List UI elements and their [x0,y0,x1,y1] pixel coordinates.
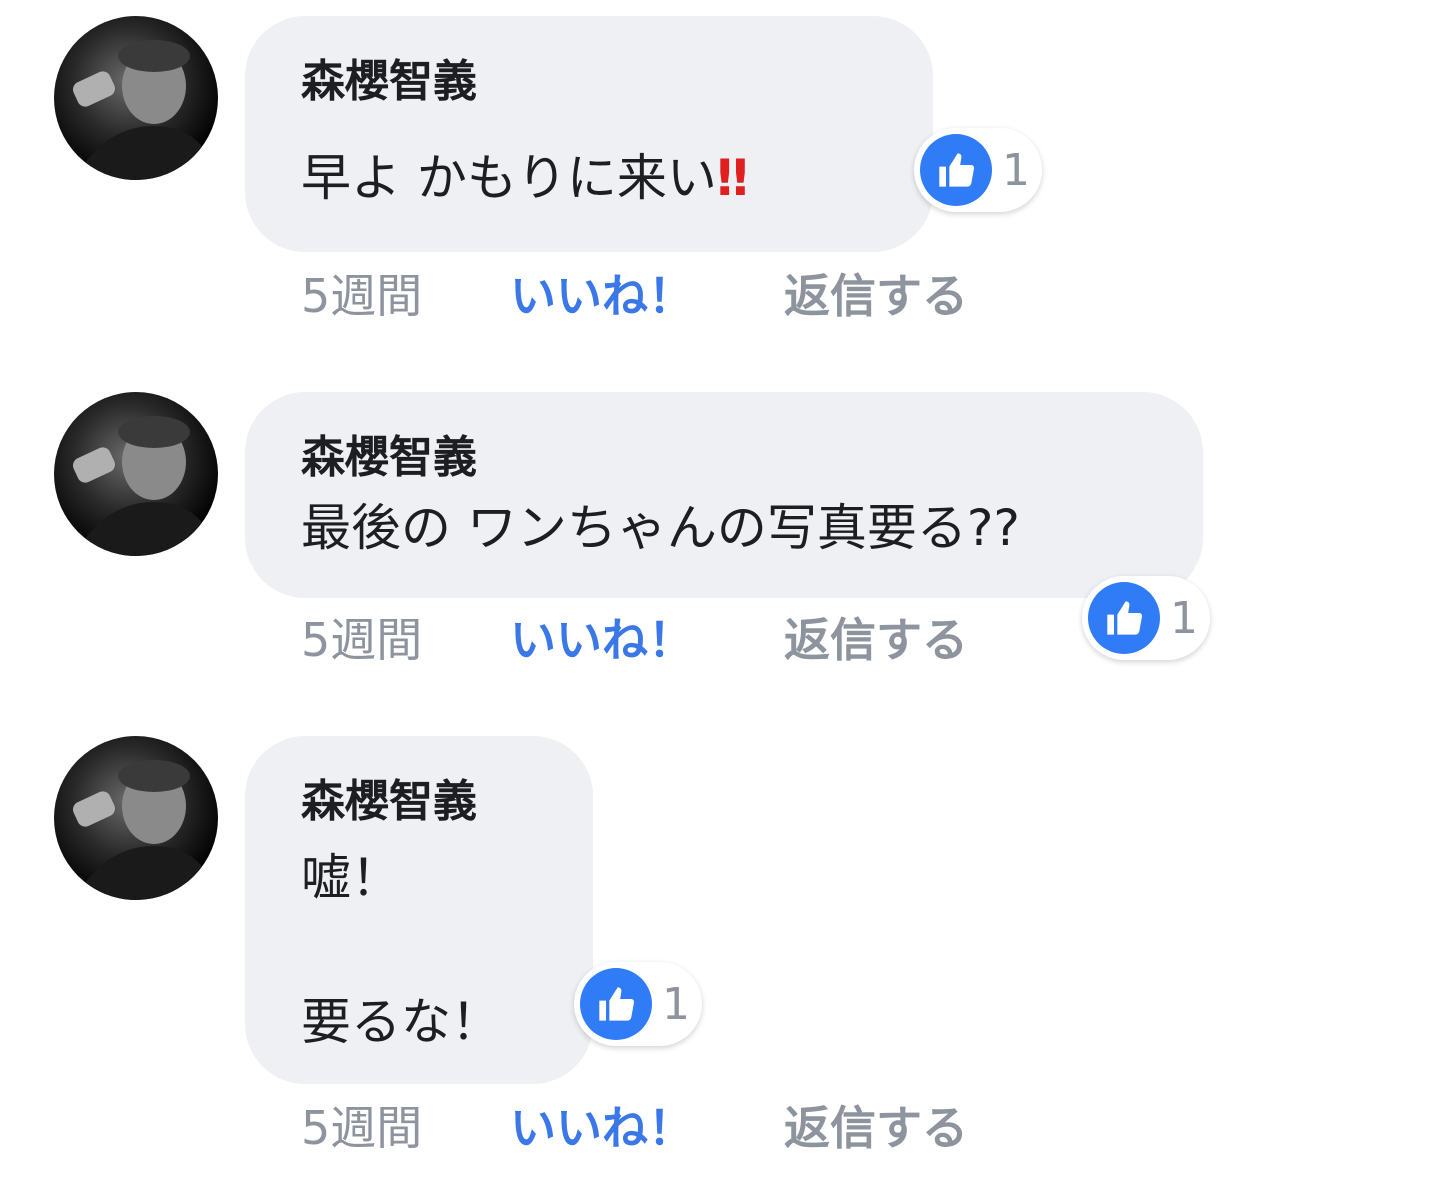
thumbs-up-icon [1088,582,1160,654]
reaction-badge[interactable]: 1 [1082,576,1210,660]
comment-timestamp[interactable]: 5週間 [301,1100,422,1156]
profile-photo [73,40,218,180]
reaction-count: 1 [662,978,690,1030]
comment-bubble: 森櫻智義 嘘！ 要るな！ [245,736,593,1084]
comment-timestamp[interactable]: 5週間 [301,612,422,668]
comment-bubble: 森櫻智義 最後の ワンちゃんの写真要る?? [245,392,1203,598]
comment-author[interactable]: 森櫻智義 [301,430,1163,486]
reply-button[interactable]: 返信する [784,612,968,668]
double-exclamation-icon: ‼ [716,149,749,207]
comment-bubble: 森櫻智義 早よ かもりに来い‼ [245,16,933,252]
profile-photo [73,760,218,900]
comment-text: 最後の ワンちゃんの写真要る?? [301,499,1020,557]
reaction-count: 1 [1170,592,1198,644]
reaction-count: 1 [1002,144,1030,196]
avatar[interactable] [54,736,218,900]
comment-author[interactable]: 森櫻智義 [301,774,553,830]
reply-button[interactable]: 返信する [784,1100,968,1156]
comment-text: 早よ かもりに来い‼ [301,146,893,210]
thumbs-up-icon [920,134,992,206]
like-button[interactable]: いいね！ [510,612,694,668]
reply-button[interactable]: 返信する [784,268,968,324]
thumbs-up-icon [580,968,652,1040]
comment-timestamp[interactable]: 5週間 [301,268,422,324]
comment-text: 嘘！ 要るな！ [301,849,501,1051]
avatar[interactable] [54,16,218,180]
profile-photo [73,416,218,556]
like-button[interactable]: いいね！ [510,1100,694,1156]
comment-text-main: 早よ かもりに来い [301,149,717,207]
reaction-badge[interactable]: 1 [574,962,702,1046]
like-button[interactable]: いいね！ [510,268,694,324]
reaction-badge[interactable]: 1 [914,128,1042,212]
comment-author[interactable]: 森櫻智義 [301,54,893,110]
avatar[interactable] [54,392,218,556]
